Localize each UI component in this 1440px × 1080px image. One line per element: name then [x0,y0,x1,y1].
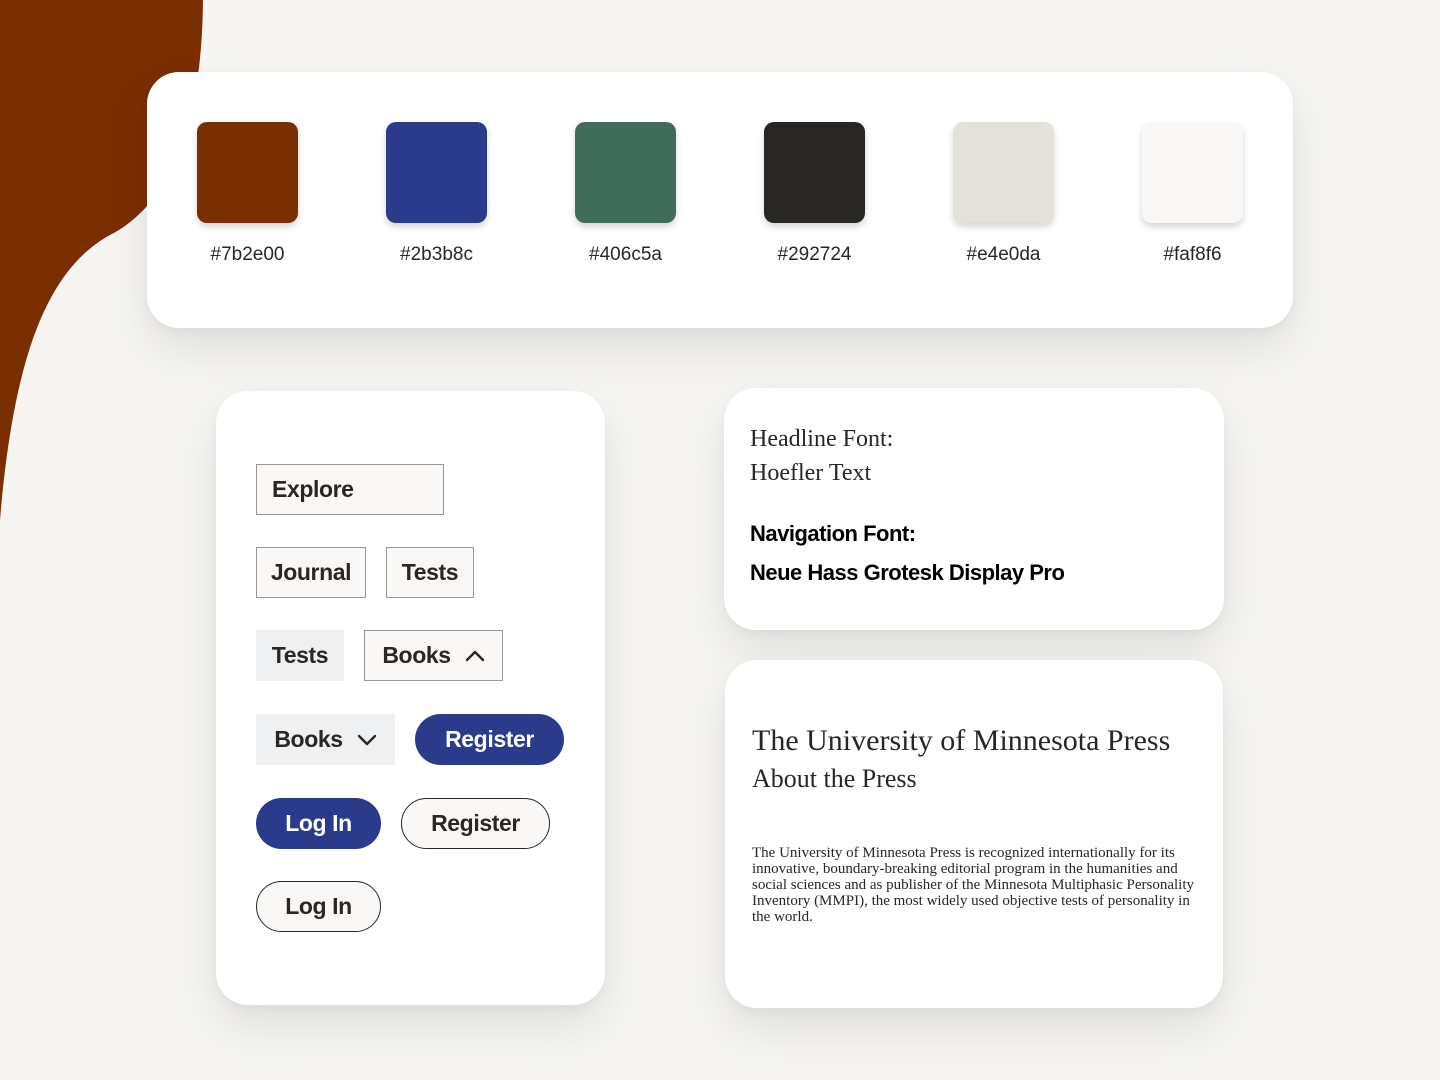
about-press-card: The University of Minnesota Press About … [725,660,1223,1008]
login-button-label: Log In [285,810,352,836]
headline-font-label: Headline Font: [750,426,894,452]
books-dropdown-expanded[interactable]: Books [364,630,503,681]
journal-button-label: Journal [270,559,352,585]
tests-button-label: Tests [271,642,329,668]
explore-button-label: Explore [272,476,354,502]
register-button-outline[interactable]: Register [401,798,550,849]
swatch-label: #e4e0da [966,244,1041,265]
button-styles-card: Explore Journal Tests Tests Books Books … [216,391,605,1005]
color-swatch [575,122,676,223]
swatch-label: #7b2e00 [210,244,285,265]
chevron-down-icon [357,734,377,746]
register-button-label: Register [431,810,520,836]
login-button-label: Log In [285,893,352,919]
login-button-primary[interactable]: Log In [256,798,381,849]
color-swatch [1142,122,1243,223]
swatch-item: #292724 [764,122,865,266]
swatch-label: #faf8f6 [1163,244,1222,265]
color-swatch [197,122,298,223]
page-title: The University of Minnesota Press [752,724,1171,757]
login-button-outline[interactable]: Log In [256,881,381,932]
color-swatch [764,122,865,223]
headline-font-name: Hoefler Text [750,460,872,486]
navigation-font-label: Navigation Font: [750,521,916,546]
swatch-label: #2b3b8c [400,244,473,265]
about-body-text: The University of Minnesota Press is rec… [752,845,1194,925]
color-swatch [953,122,1054,223]
register-button-primary[interactable]: Register [415,714,564,765]
swatch-label: #292724 [777,244,852,265]
books-dropdown-label: Books [274,726,343,752]
books-dropdown-collapsed[interactable]: Books [256,714,395,765]
swatch-item: #faf8f6 [1142,122,1243,266]
tests-outlined-button[interactable]: Tests [386,547,474,598]
swatch-item: #406c5a [575,122,676,266]
tests-button-label: Tests [401,559,459,585]
register-button-label: Register [445,726,534,752]
chevron-up-icon [465,650,485,662]
page-subtitle: About the Press [752,764,917,793]
navigation-font-name: Neue Hass Grotesk Display Pro [750,560,1065,585]
journal-button[interactable]: Journal [256,547,366,598]
explore-button[interactable]: Explore [256,464,444,515]
swatch-item: #2b3b8c [386,122,487,266]
tests-flat-button[interactable]: Tests [256,630,344,681]
color-palette-card: #7b2e00 #2b3b8c #406c5a #292724 #e4e0da … [147,72,1293,328]
color-swatch [386,122,487,223]
books-dropdown-label: Books [382,642,451,668]
swatch-item: #e4e0da [953,122,1054,266]
swatch-item: #7b2e00 [197,122,298,266]
swatch-label: #406c5a [589,244,662,265]
typography-card: Headline Font: Hoefler Text Navigation F… [724,388,1224,630]
